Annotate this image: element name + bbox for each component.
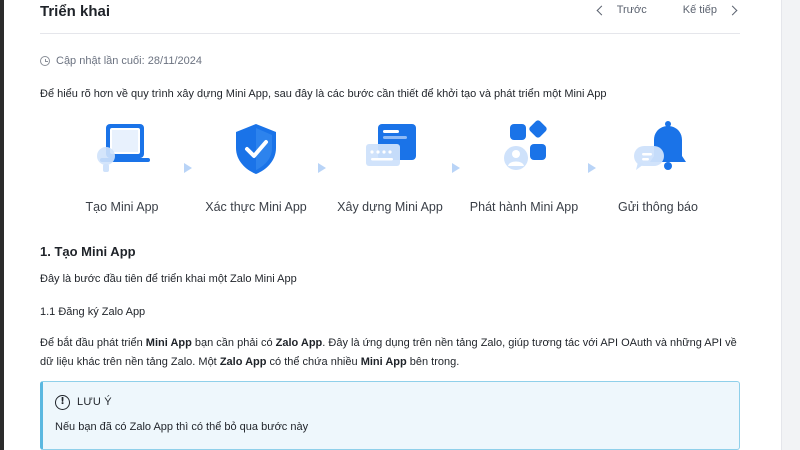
section-paragraph: Để bắt đầu phát triển Mini App bạn cần p… bbox=[40, 337, 737, 368]
doc-header: Triển khai Trước Kế tiếp bbox=[40, 0, 740, 34]
step-label: Xác thực Mini App bbox=[205, 200, 307, 214]
section-heading: 1. Tạo Mini App bbox=[40, 244, 136, 259]
last-updated-text: Cập nhật lần cuối: 28/11/2024 bbox=[56, 55, 202, 67]
last-updated: Cập nhật lần cuối: 28/11/2024 bbox=[40, 55, 202, 67]
build-window-icon bbox=[366, 124, 416, 166]
clock-icon bbox=[40, 56, 50, 66]
arrow-right-icon bbox=[588, 163, 596, 173]
next-link[interactable]: Kế tiếp bbox=[683, 4, 717, 16]
step-label: Xây dựng Mini App bbox=[337, 200, 443, 214]
laptop-icon bbox=[97, 124, 150, 172]
shield-check-icon bbox=[236, 124, 276, 174]
step-label: Phát hành Mini App bbox=[469, 200, 579, 214]
steps-flow: Tạo Mini App Xác thực Mini App Xây dựng … bbox=[40, 118, 720, 218]
prev-link[interactable]: Trước bbox=[617, 4, 647, 16]
arrow-right-icon bbox=[184, 163, 192, 173]
step-label: Tạo Mini App bbox=[85, 200, 159, 214]
arrow-right-icon bbox=[318, 163, 326, 173]
sub-heading: 1.1 Đăng ký Zalo App bbox=[40, 306, 146, 318]
arrow-right-icon bbox=[452, 163, 460, 173]
scrollbar-track[interactable] bbox=[781, 0, 800, 450]
step-label: Gửi thông báo bbox=[618, 200, 698, 214]
section-description: Đây là bước đầu tiên để triển khai một Z… bbox=[40, 273, 297, 285]
note-callout: ! LƯU Ý Nếu bạn đã có Zalo App thì có th… bbox=[40, 381, 740, 450]
doc-content: Triển khai Trước Kế tiếp Cập nhật lần cu… bbox=[4, 0, 781, 450]
note-text: Nếu bạn đã có Zalo App thì có thể bỏ qua… bbox=[55, 421, 309, 433]
page-title: Triển khai bbox=[40, 3, 111, 20]
chevron-right-icon[interactable] bbox=[727, 5, 738, 15]
app-grid-icon bbox=[504, 120, 547, 170]
pager: Trước Kế tiếp bbox=[596, 4, 738, 16]
chevron-left-icon[interactable] bbox=[596, 5, 607, 15]
bell-icon bbox=[634, 121, 686, 170]
note-title: LƯU Ý bbox=[77, 396, 112, 408]
exclamation-icon: ! bbox=[55, 395, 70, 410]
intro-text: Để hiểu rõ hơn về quy trình xây dựng Min… bbox=[40, 88, 607, 100]
